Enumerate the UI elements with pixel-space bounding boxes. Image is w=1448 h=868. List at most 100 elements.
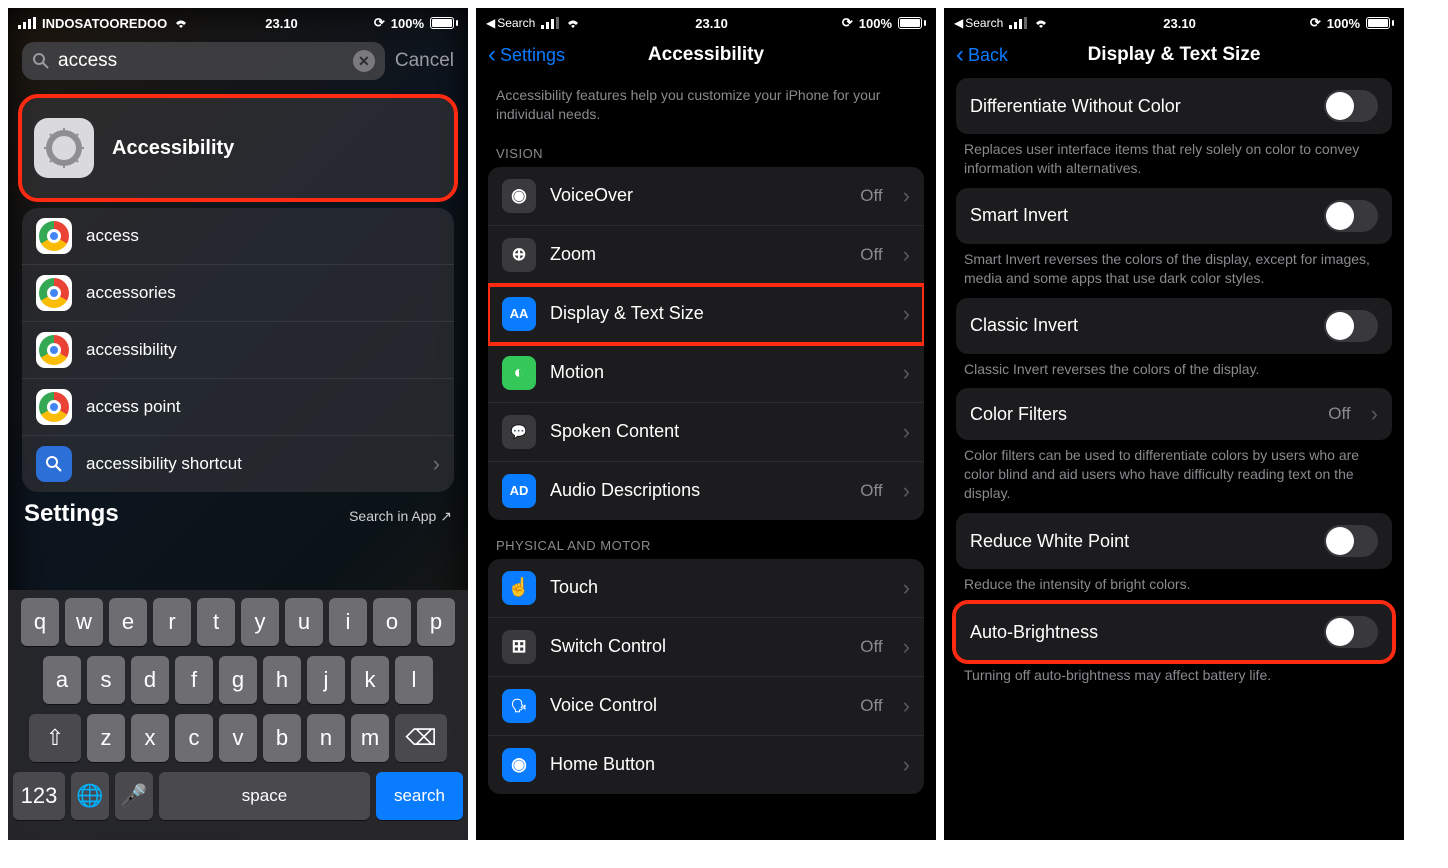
key-search[interactable]: search <box>376 772 463 820</box>
key-p[interactable]: p <box>417 598 455 646</box>
voiceover-icon: ◉ <box>502 179 536 213</box>
zoom-icon: ⊕ <box>502 238 536 272</box>
suggestion-label: access <box>86 226 139 246</box>
row-label: Auto-Brightness <box>970 622 1310 643</box>
key-w[interactable]: w <box>65 598 103 646</box>
battery-percent: 100% <box>1327 16 1360 31</box>
breadcrumb-back[interactable]: ◀ Search <box>954 16 1003 30</box>
key-d[interactable]: d <box>131 656 169 704</box>
key-e[interactable]: e <box>109 598 147 646</box>
page-title: Accessibility <box>648 44 764 66</box>
suggestion-accessibility[interactable]: accessibility <box>22 322 454 379</box>
key-m[interactable]: m <box>351 714 389 762</box>
toggle-classic-invert[interactable] <box>1324 310 1378 342</box>
row-home-button[interactable]: ◉Home Button› <box>488 736 924 794</box>
key-l[interactable]: l <box>395 656 433 704</box>
key-mic[interactable]: 🎤 <box>115 772 153 820</box>
row-smart-invert[interactable]: Smart Invert <box>956 188 1392 244</box>
row-desc: Turning off auto-brightness may affect b… <box>944 660 1404 689</box>
key-r[interactable]: r <box>153 598 191 646</box>
row-display-text[interactable]: AADisplay & Text Size› <box>488 285 924 344</box>
row-desc: Color filters can be used to differentia… <box>944 440 1404 507</box>
row-voiceover[interactable]: ◉VoiceOverOff› <box>488 167 924 226</box>
row-touch[interactable]: ☝Touch› <box>488 559 924 618</box>
key-k[interactable]: k <box>351 656 389 704</box>
row-reduce-white-point[interactable]: Reduce White Point <box>956 513 1392 569</box>
search-input[interactable] <box>58 50 345 72</box>
row-zoom[interactable]: ⊕ZoomOff› <box>488 226 924 285</box>
row-spoken-content[interactable]: 💬Spoken Content› <box>488 403 924 462</box>
chevron-right-icon: › <box>903 360 910 386</box>
row-label: Home Button <box>550 754 883 775</box>
chrome-icon <box>36 275 72 311</box>
search-in-app-link[interactable]: Search in App ↗ <box>349 508 452 525</box>
spotlight-search-field[interactable]: ✕ <box>22 42 385 80</box>
top-hit-accessibility[interactable]: Accessibility <box>22 98 454 198</box>
row-voice-control[interactable]: 🗣Voice ControlOff› <box>488 677 924 736</box>
chevron-right-icon: › <box>903 693 910 719</box>
key-shift[interactable]: ⇧ <box>29 714 81 762</box>
toggle-diff-without-color[interactable] <box>1324 90 1378 122</box>
suggestion-label: access point <box>86 397 181 417</box>
key-z[interactable]: z <box>87 714 125 762</box>
key-v[interactable]: v <box>219 714 257 762</box>
key-space[interactable]: space <box>159 772 370 820</box>
key-t[interactable]: t <box>197 598 235 646</box>
keyboard: qwertyuiop asdfghjkl ⇧zxcvbnm⌫ 123 🌐 🎤 s… <box>8 590 468 840</box>
display-text-icon: AA <box>502 297 536 331</box>
breadcrumb-back[interactable]: ◀ Search <box>486 16 535 30</box>
key-h[interactable]: h <box>263 656 301 704</box>
audio-descriptions-icon: AD <box>502 474 536 508</box>
key-n[interactable]: n <box>307 714 345 762</box>
toggle-auto-brightness[interactable] <box>1324 616 1378 648</box>
key-x[interactable]: x <box>131 714 169 762</box>
key-u[interactable]: u <box>285 598 323 646</box>
chevron-right-icon: › <box>903 634 910 660</box>
clock: 23.10 <box>1163 16 1196 31</box>
status-bar: ◀ Search 23.10 ⟳ 100% <box>944 8 1404 34</box>
key-123[interactable]: 123 <box>13 772 65 820</box>
row-label: Touch <box>550 577 883 598</box>
row-desc: Classic Invert reverses the colors of th… <box>944 354 1404 383</box>
row-audio-descriptions[interactable]: ADAudio DescriptionsOff› <box>488 462 924 520</box>
key-o[interactable]: o <box>373 598 411 646</box>
cancel-button[interactable]: Cancel <box>395 50 454 72</box>
settings-section-title: Settings <box>24 500 119 528</box>
clear-search-button[interactable]: ✕ <box>353 50 375 72</box>
nav-bar: ‹Settings Accessibility <box>476 34 936 78</box>
key-backspace[interactable]: ⌫ <box>395 714 447 762</box>
toggle-smart-invert[interactable] <box>1324 200 1378 232</box>
row-motion[interactable]: ◐Motion› <box>488 344 924 403</box>
back-button[interactable]: ‹Settings <box>488 41 565 69</box>
key-a[interactable]: a <box>43 656 81 704</box>
key-j[interactable]: j <box>307 656 345 704</box>
intro-text: Accessibility features help you customiz… <box>476 78 936 128</box>
key-globe[interactable]: 🌐 <box>71 772 109 820</box>
back-button[interactable]: ‹Back <box>956 41 1008 69</box>
row-color-filters[interactable]: Color FiltersOff› <box>956 388 1392 440</box>
key-f[interactable]: f <box>175 656 213 704</box>
screenshot-accessibility: ◀ Search 23.10 ⟳ 100% ‹Settings Accessib… <box>476 8 936 840</box>
toggle-reduce-white-point[interactable] <box>1324 525 1378 557</box>
clock: 23.10 <box>265 16 298 31</box>
suggestion-accessibility-shortcut[interactable]: accessibility shortcut› <box>22 436 454 492</box>
suggestion-label: accessibility shortcut <box>86 454 242 474</box>
suggestion-accessories[interactable]: accessories <box>22 265 454 322</box>
key-s[interactable]: s <box>87 656 125 704</box>
key-q[interactable]: q <box>21 598 59 646</box>
key-c[interactable]: c <box>175 714 213 762</box>
key-y[interactable]: y <box>241 598 279 646</box>
row-diff-without-color[interactable]: Differentiate Without Color <box>956 78 1392 134</box>
key-i[interactable]: i <box>329 598 367 646</box>
motion-icon: ◐ <box>502 356 536 390</box>
sync-icon: ⟳ <box>842 15 853 31</box>
row-desc: Smart Invert reverses the colors of the … <box>944 244 1404 292</box>
key-b[interactable]: b <box>263 714 301 762</box>
key-g[interactable]: g <box>219 656 257 704</box>
row-auto-brightness[interactable]: Auto-Brightness <box>956 604 1392 660</box>
row-label: Spoken Content <box>550 421 883 442</box>
row-switch-control[interactable]: ⊞Switch ControlOff› <box>488 618 924 677</box>
suggestion-access-point[interactable]: access point <box>22 379 454 436</box>
suggestion-access[interactable]: access <box>22 208 454 265</box>
row-classic-invert[interactable]: Classic Invert <box>956 298 1392 354</box>
